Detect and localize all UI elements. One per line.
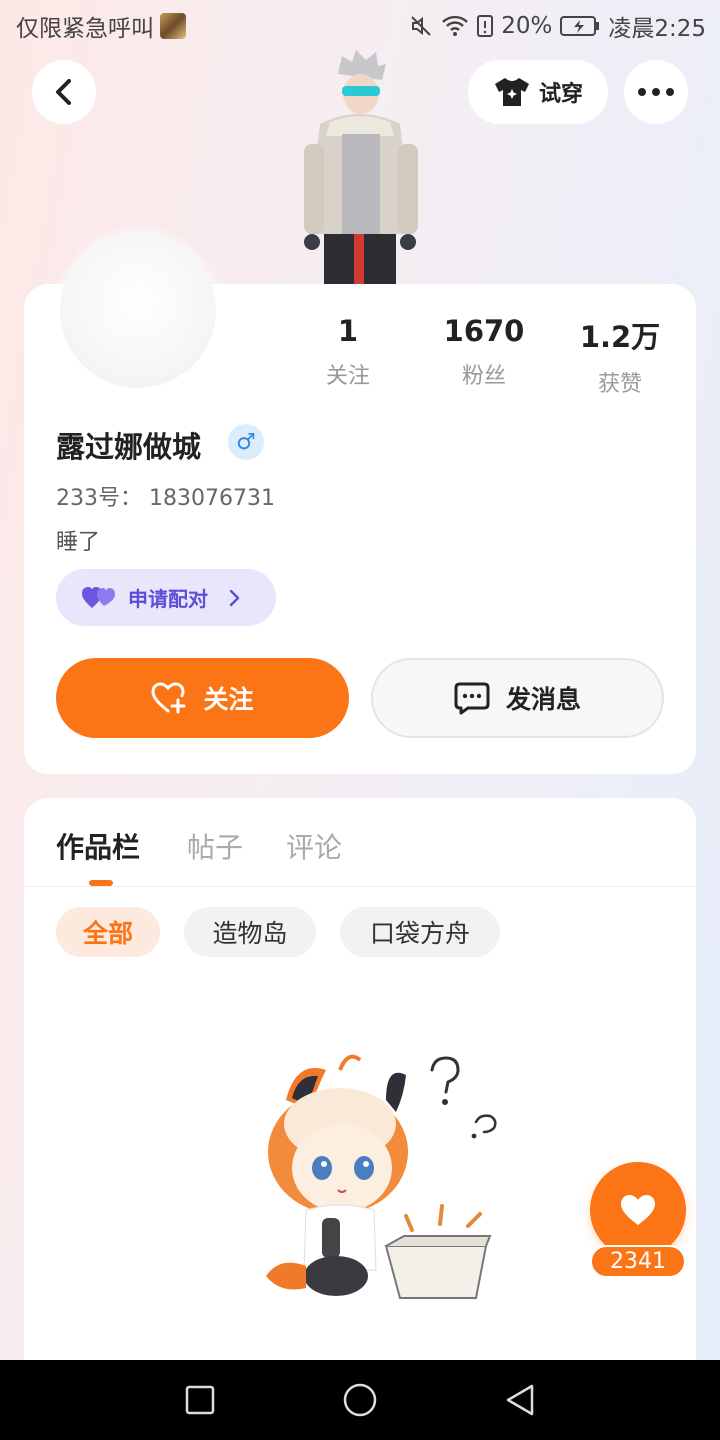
back-button[interactable]: [32, 60, 96, 124]
chevron-left-icon: [56, 79, 71, 105]
clock: 凌晨2:25: [608, 16, 706, 42]
battery-charging-icon: [560, 16, 600, 36]
mute-icon: [411, 16, 431, 36]
tab-posts[interactable]: 帖子: [187, 826, 243, 866]
back-nav-button[interactable]: [500, 1380, 540, 1420]
message-button[interactable]: 发消息: [371, 658, 664, 738]
status-bar: 仅限紧急呼叫 20% 凌晨2:25: [0, 0, 720, 50]
more-button[interactable]: [624, 60, 688, 124]
stat-followers[interactable]: 1670 粉丝: [424, 314, 544, 390]
tab-divider: [24, 886, 696, 887]
stat-label: 关注: [325, 364, 370, 389]
filter-all[interactable]: 全部: [56, 907, 160, 957]
avatar[interactable]: [60, 232, 216, 388]
circle-icon: [343, 1383, 377, 1417]
stat-label: 获赞: [597, 372, 642, 397]
filter-pocket-ark[interactable]: 口袋方舟: [340, 907, 500, 957]
follow-label: 关注: [203, 685, 254, 714]
triangle-back-icon: [506, 1384, 534, 1416]
match-label: 申请配对: [128, 587, 208, 611]
stat-value: 1.2万: [579, 320, 661, 354]
square-icon: [185, 1385, 215, 1415]
filter-creation-island[interactable]: 造物岛: [184, 907, 316, 957]
stat-value: 1: [337, 314, 359, 348]
notification-thumbnail-icon: [160, 13, 186, 39]
battery-percent: 20%: [501, 13, 553, 39]
stat-likes[interactable]: 1.2万 获赞: [560, 314, 680, 398]
try-on-button[interactable]: 试穿: [468, 60, 608, 124]
tshirt-icon: [494, 78, 529, 106]
carrier-text: 仅限紧急呼叫: [16, 16, 154, 42]
stat-following[interactable]: 1 关注: [288, 314, 408, 390]
chevron-right-icon: [229, 589, 240, 606]
tab-comments[interactable]: 评论: [286, 826, 342, 866]
heart-plus-icon: [151, 682, 186, 714]
wifi-icon: [442, 15, 469, 36]
double-heart-icon: [82, 586, 115, 608]
stat-label: 粉丝: [461, 364, 506, 389]
tab-works[interactable]: 作品栏: [56, 826, 140, 866]
like-button[interactable]: [590, 1162, 686, 1258]
chat-bubble-icon: [454, 682, 490, 715]
status-left: 仅限紧急呼叫: [16, 9, 186, 43]
follow-button[interactable]: 关注: [56, 658, 349, 738]
bio: 睡了: [56, 530, 101, 555]
user-id: 233号： 183076731: [56, 486, 275, 511]
username: 露过娜做城: [56, 430, 202, 464]
character-figure: [304, 50, 418, 284]
try-on-label: 试穿: [538, 82, 583, 107]
more-dots-icon: [638, 88, 674, 96]
message-label: 发消息: [505, 685, 581, 714]
stat-value: 1670: [443, 314, 525, 348]
match-request-button[interactable]: 申请配对: [56, 569, 276, 626]
recents-button[interactable]: [180, 1380, 220, 1420]
like-count: 2341: [590, 1245, 686, 1278]
heart-icon: [621, 1195, 655, 1225]
status-right: 20% 凌晨2:25: [409, 9, 706, 43]
sim-alert-icon: [477, 15, 494, 37]
home-button[interactable]: [340, 1380, 380, 1420]
empty-state-illustration: [266, 1054, 497, 1299]
gender-male-icon: ♂: [228, 424, 264, 460]
